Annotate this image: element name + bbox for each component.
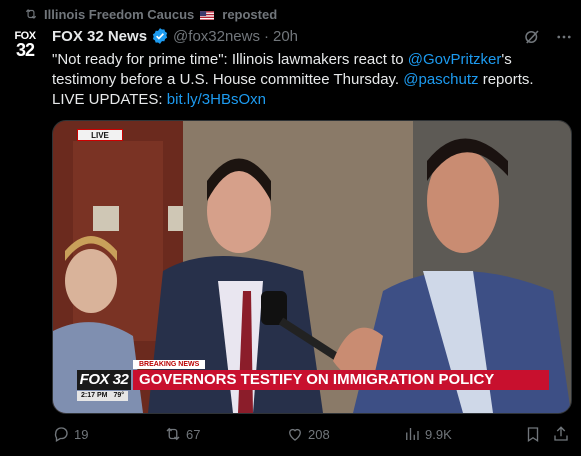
tweet-text-part: reports. (478, 71, 534, 88)
breaking-news-label: BREAKING NEWS (133, 360, 206, 369)
repost-icon (25, 9, 37, 19)
repost-user-name[interactable]: Illinois Freedom Caucus (44, 7, 194, 22)
fox32-logo: FOX 32 (77, 370, 131, 390)
like-count: 208 (308, 426, 330, 442)
tweet-text-part: LIVE UPDATES: (52, 91, 167, 108)
bookmark-icon (527, 427, 539, 443)
tweet-time[interactable]: 20h (273, 28, 298, 45)
reply-button[interactable]: 19 (52, 424, 88, 444)
news-headline: GOVERNORS TESTIFY ON IMMIGRATION POLICY (133, 370, 549, 390)
mention-paschutz[interactable]: @paschutz (403, 71, 478, 88)
heart-icon (289, 428, 301, 441)
tweet-actions: 19 67 208 9.9K (52, 424, 570, 444)
live-badge: LIVE (77, 129, 123, 141)
repost-icon (166, 427, 180, 441)
grok-icon[interactable] (523, 28, 541, 46)
clock-temp-bar: 2:17 PM 79° (77, 391, 129, 401)
repost-context[interactable]: Illinois Freedom Caucus reposted (24, 6, 277, 22)
views-count: 9.9K (425, 426, 452, 442)
share-icon (554, 426, 568, 441)
verified-badge-icon (151, 27, 169, 45)
top-actions (523, 28, 573, 46)
tweet-text: "Not ready for prime time": Illinois law… (52, 50, 562, 110)
avatar-line-2: 32 (15, 39, 35, 60)
separator-dot: · (264, 27, 269, 45)
bookmark-button[interactable] (524, 424, 542, 444)
video-media[interactable]: LIVE BREAKING NEWS FOX 32 GOVERNORS TEST… (52, 120, 572, 414)
author-handle[interactable]: @fox32news (173, 28, 260, 45)
views-button[interactable]: 9.9K (403, 424, 452, 444)
live-updates-link[interactable]: bit.ly/3HBsOxn (167, 91, 266, 108)
like-button[interactable]: 208 (286, 424, 330, 444)
reply-icon (54, 427, 68, 442)
share-button[interactable] (552, 424, 570, 444)
reply-count: 19 (74, 426, 89, 442)
repost-button[interactable]: 67 (164, 424, 200, 444)
author-avatar[interactable]: FOX 32 (8, 28, 42, 62)
us-flag-icon (200, 9, 216, 20)
clock-time: 2:17 PM (81, 392, 108, 399)
temperature: 79° (113, 392, 125, 399)
more-options-icon[interactable] (555, 28, 573, 46)
news-lower-third: BREAKING NEWS FOX 32 GOVERNORS TESTIFY O… (77, 360, 571, 402)
views-chart-icon (406, 428, 419, 440)
repost-count: 67 (186, 426, 201, 442)
repost-suffix: reposted (222, 6, 278, 22)
tweet-text-part: "Not ready for prime time": Illinois law… (52, 51, 408, 68)
author-name[interactable]: FOX 32 News (52, 28, 147, 45)
mention-govpritzker[interactable]: @GovPritzker (408, 51, 502, 68)
tweet-header: FOX 32 News @fox32news · 20h (52, 26, 298, 46)
